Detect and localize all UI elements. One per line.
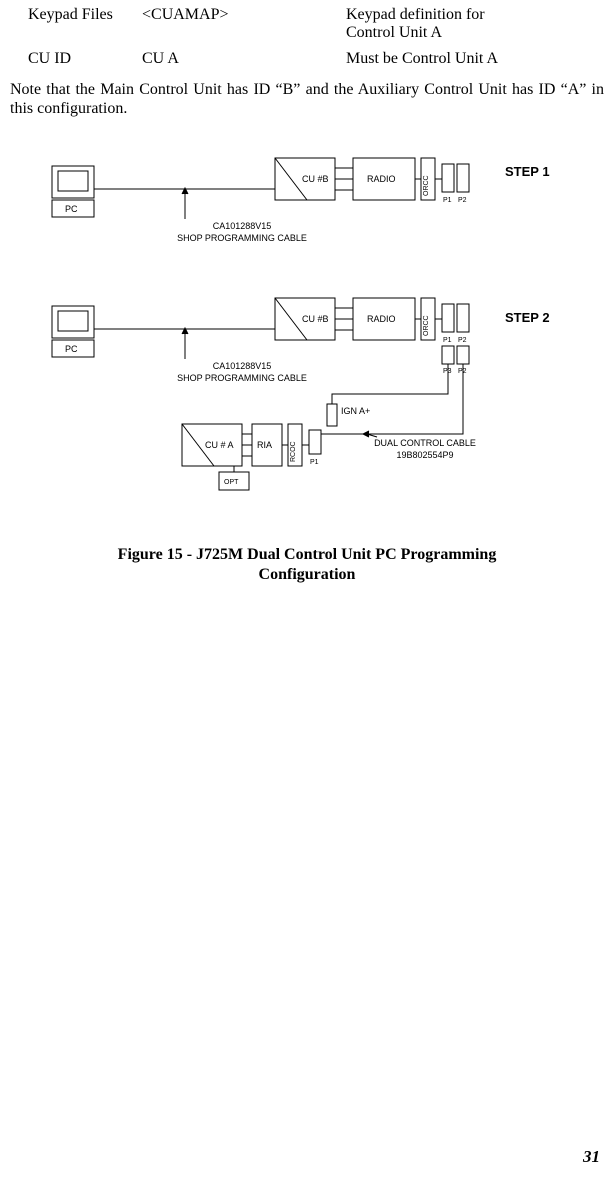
pc-label-2: PC xyxy=(65,344,78,354)
p1-label: P1 xyxy=(443,197,452,204)
cell-param: CU ID xyxy=(10,46,140,72)
step1-label: STEP 1 xyxy=(505,164,550,179)
rcoc-label: RCOC xyxy=(290,442,297,463)
cell-param: Keypad Files xyxy=(10,2,140,46)
cable2-label-2: SHOP PROGRAMMING CABLE xyxy=(177,373,307,383)
caption-line2: Configuration xyxy=(259,566,356,583)
ria-label: RIA xyxy=(257,440,272,450)
cell-desc: Must be Control Unit A xyxy=(344,46,604,72)
table-row: Keypad Files <CUAMAP> Keypad definition … xyxy=(10,2,604,46)
step2-label: STEP 2 xyxy=(505,310,550,325)
radio-label-2: RADIO xyxy=(367,314,396,324)
ign-label: IGN A+ xyxy=(341,406,370,416)
pc-label: PC xyxy=(65,204,78,214)
figure: PC CU #B RADIO ORCC P1 P2 xyxy=(10,134,604,585)
figure-caption: Figure 15 - J725M Dual Control Unit PC P… xyxy=(10,545,604,585)
p2-label-2: P2 xyxy=(458,337,467,344)
config-table: Keypad Files <CUAMAP> Keypad definition … xyxy=(10,2,604,72)
p2-label-3: P2 xyxy=(458,368,467,375)
cua-label: CU # A xyxy=(205,440,234,450)
cell-value: CU A xyxy=(140,46,344,72)
cable-label: CA101288V15 xyxy=(213,221,272,231)
cell-desc: Keypad definition for Control Unit A xyxy=(344,2,604,46)
opt-label: OPT xyxy=(224,479,239,486)
p1-label-2: P1 xyxy=(443,337,452,344)
table-row: CU ID CU A Must be Control Unit A xyxy=(10,46,604,72)
diagram-svg: PC CU #B RADIO ORCC P1 P2 xyxy=(27,134,587,534)
cable2-label: SHOP PROGRAMMING CABLE xyxy=(177,233,307,243)
cell-desc-line1: Keypad definition for xyxy=(346,6,485,23)
orcc-label-2: ORCC xyxy=(423,316,430,337)
cell-desc-line2: Control Unit A xyxy=(346,24,442,41)
cable-label-2: CA101288V15 xyxy=(213,361,272,371)
cell-value: <CUAMAP> xyxy=(140,2,344,46)
cub-label: CU #B xyxy=(302,174,329,184)
radio-label: RADIO xyxy=(367,174,396,184)
note-paragraph: Note that the Main Control Unit has ID “… xyxy=(10,80,604,118)
cub-label-2: CU #B xyxy=(302,314,329,324)
dual1-label: DUAL CONTROL CABLE xyxy=(374,438,476,448)
caption-line1: Figure 15 - J725M Dual Control Unit PC P… xyxy=(118,546,497,563)
orcc-label: ORCC xyxy=(423,176,430,197)
dual2-label: 19B802554P9 xyxy=(396,450,453,460)
p3-label: P3 xyxy=(443,368,452,375)
p2-label: P2 xyxy=(458,197,467,204)
p1-label-3: P1 xyxy=(310,459,319,466)
page-number: 31 xyxy=(583,1147,600,1167)
